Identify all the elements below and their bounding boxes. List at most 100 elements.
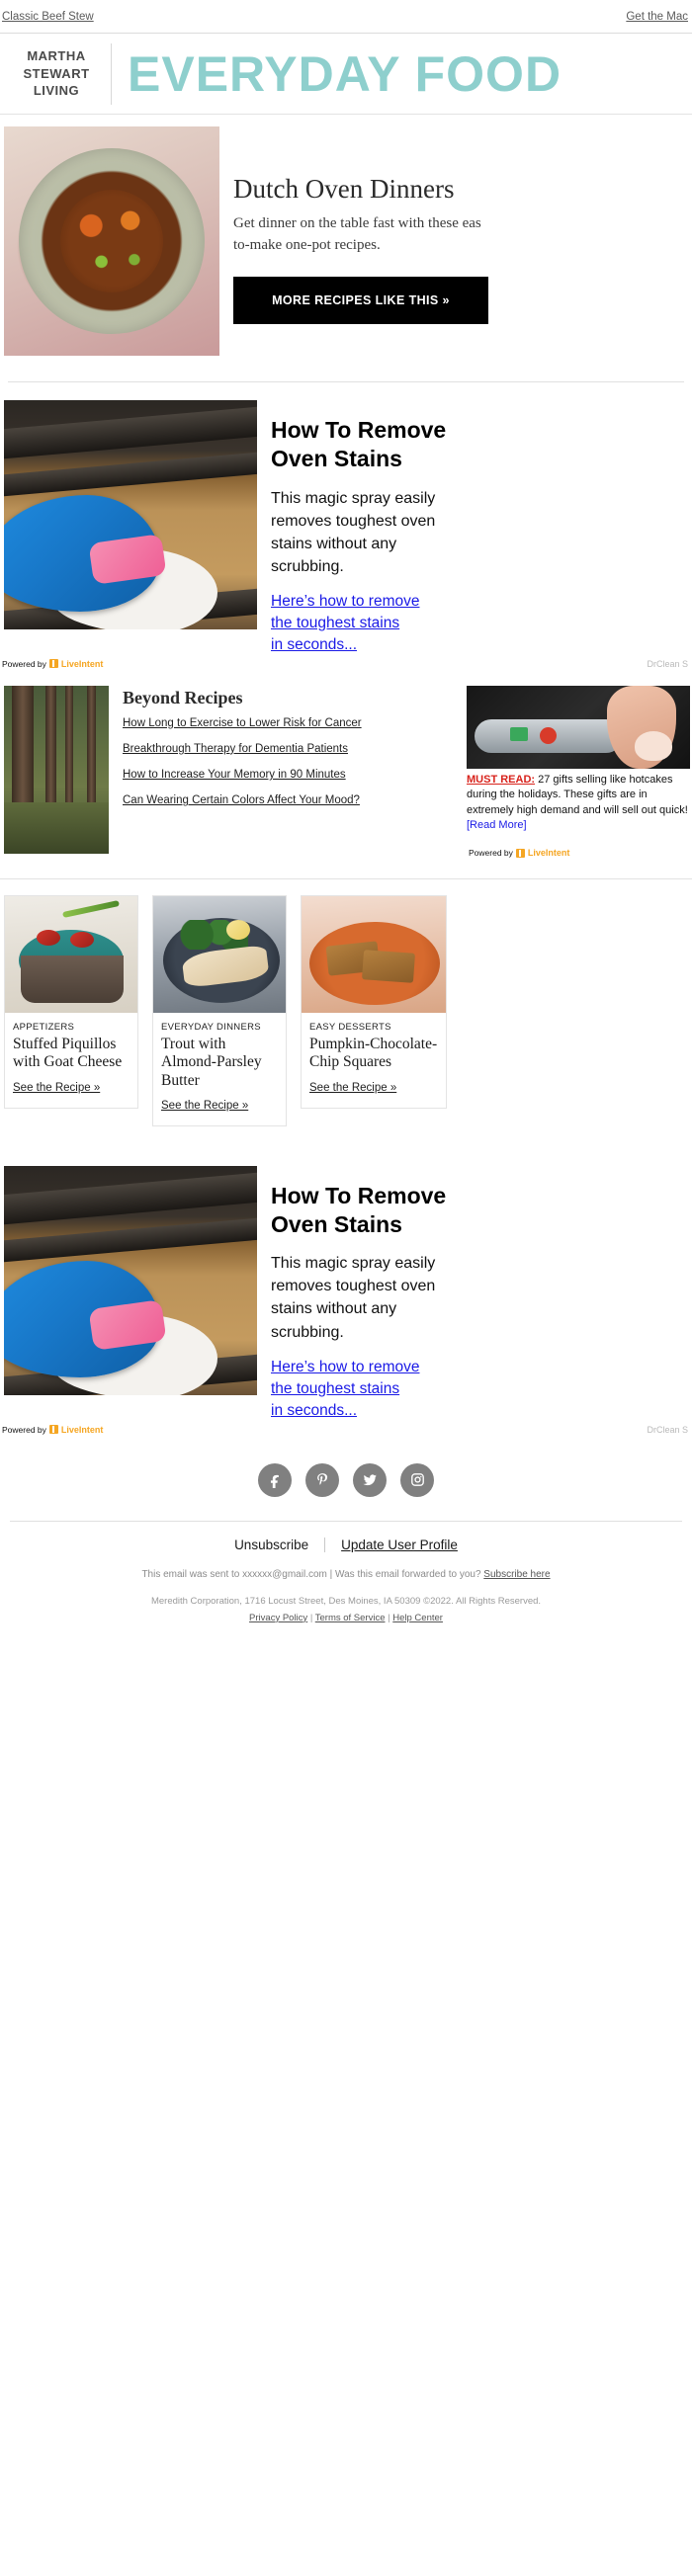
- instagram-icon[interactable]: [400, 1462, 434, 1497]
- ad-body-top: This magic spray easily removes toughest…: [271, 487, 692, 578]
- brand-line-1: MARTHA: [27, 48, 86, 64]
- see-recipe-link-1[interactable]: See the Recipe »: [13, 1082, 100, 1094]
- preheader-right: Get the Mac: [626, 11, 688, 23]
- ad-cta-link-top[interactable]: Here’s how to remove the toughest stains…: [271, 591, 692, 656]
- ad-link-line-2: the toughest stains: [271, 1379, 400, 1397]
- social-links: [0, 1438, 692, 1521]
- liveintent-logo-icon: [48, 659, 58, 669]
- ad-link-line-1: Here’s how to remove: [271, 592, 420, 610]
- hero-image-beef-stew[interactable]: [4, 126, 219, 356]
- ad-side-copy: MUST READ: 27 gifts selling like hotcake…: [467, 773, 690, 834]
- hero-section: Dutch Oven Dinners Get dinner on the tab…: [0, 115, 692, 381]
- footer-link-separator: [324, 1537, 326, 1552]
- note-pipe: |: [329, 1568, 333, 1580]
- ad-unit-top: How To Remove Oven Stains This magic spr…: [0, 382, 692, 672]
- recipe-card-body-1: APPETIZERS Stuffed Piquillos with Goat C…: [5, 1013, 137, 1108]
- must-read-label[interactable]: MUST READ:: [467, 774, 535, 786]
- fingernail-shape: [635, 730, 672, 761]
- lemon-wedge: [226, 920, 250, 941]
- hero-description-line-2: to-make one-pot recipes.: [233, 236, 381, 253]
- beyond-link-4[interactable]: Can Wearing Certain Colors Affect Your M…: [123, 792, 457, 809]
- ad-image-oven-stains-top[interactable]: [4, 400, 257, 629]
- brand-logo[interactable]: MARTHA STEWART LIVING: [14, 47, 99, 100]
- ad-body-line-3: stains without any: [271, 535, 397, 552]
- ad-image-gifts[interactable]: [467, 685, 690, 769]
- ad-body-line-3: stains without any: [271, 1300, 397, 1318]
- recipe-card-title-2: Trout with Almond-Parsley Butter: [161, 1036, 262, 1089]
- stew-shape: [60, 190, 163, 292]
- beyond-link-2[interactable]: Breakthrough Therapy for Dementia Patien…: [123, 741, 457, 758]
- beyond-recipes-image-forest[interactable]: [4, 685, 109, 854]
- recipe-card-title-1: Stuffed Piquillos with Goat Cheese: [13, 1036, 123, 1071]
- powered-by-liveintent-bottom[interactable]: Powered by LiveIntent: [2, 1425, 103, 1435]
- powered-by-liveintent-top[interactable]: Powered by LiveIntent: [2, 659, 103, 669]
- sent-to-text: This email was sent to xxxxxx@gmail.com: [141, 1568, 327, 1580]
- ad-headline-top: How To Remove Oven Stains: [271, 416, 692, 473]
- privacy-policy-link[interactable]: Privacy Policy: [249, 1613, 307, 1623]
- see-recipe-link-3[interactable]: See the Recipe »: [309, 1082, 396, 1094]
- brand-line-2: STEWART: [23, 65, 90, 81]
- twitter-icon[interactable]: [353, 1462, 387, 1497]
- ad-cta-link-bottom[interactable]: Here’s how to remove the toughest stains…: [271, 1357, 692, 1422]
- ad-footer-top: Powered by LiveIntent DrClean S: [0, 656, 692, 672]
- liveintent-wordmark: LiveIntent: [60, 1424, 104, 1435]
- recipe-card-image-3: [302, 896, 446, 1014]
- update-user-profile-link[interactable]: Update User Profile: [341, 1537, 458, 1552]
- preheader-link-left[interactable]: Classic Beef Stew: [2, 11, 94, 23]
- advertiser-name-top: DrClean S: [647, 658, 688, 669]
- footer-recipient-note: This email was sent to xxxxxx@gmail.com …: [0, 1566, 692, 1583]
- hero-title: Dutch Oven Dinners: [233, 174, 455, 204]
- footer-primary-links: Unsubscribe Update User Profile: [0, 1522, 692, 1566]
- beyond-recipes-title: Beyond Recipes: [123, 687, 243, 707]
- oven-rail: [4, 405, 257, 460]
- liveintent-logo-icon: [48, 1425, 58, 1435]
- copyright-text: Meredith Corporation, 1716 Locust Street…: [150, 1595, 542, 1607]
- forest-floor: [4, 801, 109, 854]
- footer: Unsubscribe Update User Profile This ema…: [0, 1522, 692, 1652]
- ad-body-line-2: removes toughest oven: [271, 1278, 436, 1295]
- piquillo-pepper: [70, 932, 94, 949]
- powered-by-label: Powered by: [2, 1424, 46, 1435]
- pinterest-icon[interactable]: [305, 1462, 339, 1497]
- facebook-icon[interactable]: [258, 1462, 292, 1497]
- ad-headline-line-1: How To Remove: [271, 417, 447, 443]
- instagram-glyph: [410, 1473, 424, 1486]
- terms-of-service-link[interactable]: Terms of Service: [315, 1613, 386, 1623]
- beyond-recipes-section: Beyond Recipes How Long to Exercise to L…: [0, 672, 692, 878]
- powered-by-liveintent-side[interactable]: Powered by LiveIntent: [469, 848, 569, 858]
- ad-body-bottom: This magic spray easily removes toughest…: [271, 1252, 692, 1343]
- beyond-link-1[interactable]: How Long to Exercise to Lower Risk for C…: [123, 715, 457, 732]
- brand-line-3: LIVING: [33, 83, 80, 99]
- ad-body-line-4: scrubbing.: [271, 557, 344, 575]
- read-more-link[interactable]: [Read More]: [467, 819, 527, 831]
- device-green-button: [510, 726, 528, 741]
- pinterest-glyph: [316, 1473, 327, 1485]
- recipe-card-easy-desserts[interactable]: EASY DESSERTS Pumpkin-Chocolate-Chip Squ…: [301, 895, 447, 1109]
- scallion: [62, 900, 120, 919]
- preheader-link-right[interactable]: Get the Mac: [626, 11, 688, 23]
- hero-description: Get dinner on the table fast with these …: [233, 213, 692, 257]
- piquillo-pepper: [37, 930, 60, 947]
- legal-sep-2: |: [388, 1612, 390, 1623]
- subscribe-here-link[interactable]: Subscribe here: [483, 1569, 550, 1580]
- facebook-glyph: [270, 1474, 279, 1489]
- ad-headline-line-1: How To Remove: [271, 1182, 447, 1208]
- more-recipes-button[interactable]: MORE RECIPES LIKE THIS »: [233, 276, 488, 324]
- oven-rail: [4, 1171, 257, 1226]
- recipe-card-everyday-dinners[interactable]: EVERYDAY DINNERS Trout with Almond-Parsl…: [152, 895, 287, 1126]
- masthead: MARTHA STEWART LIVING EVERYDAY FOOD: [0, 34, 692, 115]
- email-newsletter: Classic Beef Stew Get the Mac MARTHA STE…: [0, 0, 692, 1652]
- footer-legal: Meredith Corporation, 1716 Locust Street…: [0, 1593, 692, 1626]
- ad-image-oven-stains-bottom[interactable]: [4, 1165, 257, 1395]
- see-recipe-link-2[interactable]: See the Recipe »: [161, 1100, 248, 1112]
- dessert-square: [362, 950, 415, 983]
- beyond-link-3[interactable]: How to Increase Your Memory in 90 Minute…: [123, 767, 457, 784]
- ad-footer-bottom: Powered by LiveIntent DrClean S: [0, 1422, 692, 1438]
- help-center-link[interactable]: Help Center: [392, 1613, 443, 1623]
- liveintent-wordmark: LiveIntent: [60, 658, 104, 669]
- recipe-card-appetizers[interactable]: APPETIZERS Stuffed Piquillos with Goat C…: [4, 895, 138, 1109]
- recipe-card-kicker-1: APPETIZERS: [13, 1022, 75, 1034]
- recipe-card-body-2: EVERYDAY DINNERS Trout with Almond-Parsl…: [153, 1013, 286, 1125]
- unsubscribe-link[interactable]: Unsubscribe: [234, 1537, 308, 1552]
- forwarded-text: Was this email forwarded to you?: [335, 1568, 481, 1580]
